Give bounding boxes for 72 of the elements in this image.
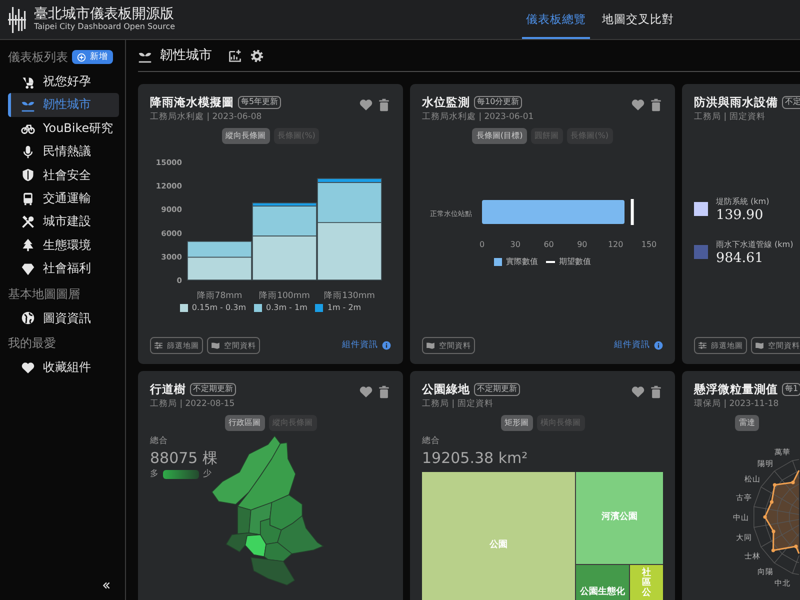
chart-type-tab[interactable]: 雷達: [735, 415, 759, 431]
legend-item: 期望數值: [546, 256, 591, 268]
component-info-link[interactable]: 組件資訊: [614, 339, 663, 352]
card-title: 行道樹: [150, 381, 186, 398]
card-title: 懸浮微粒量測值: [694, 381, 778, 398]
card-source: 環保局 | 2023-11-18: [694, 398, 780, 411]
card-source: 工務局 | 2022-08-15: [150, 398, 236, 411]
total-label: 總合: [150, 435, 169, 448]
card-title: 水位監測: [422, 94, 470, 111]
total-label: 總合: [422, 435, 441, 448]
app-subtitle: Taipei City Dashboard Open Source: [34, 22, 176, 32]
nav-tab[interactable]: 儀表板總覽: [522, 2, 590, 39]
sidebar-item[interactable]: YouBike研究: [8, 116, 119, 140]
nav-tab[interactable]: 地圖交叉比對: [598, 2, 678, 39]
card-title: 降雨淹水模擬圖: [150, 94, 234, 111]
legend-value: 139.90: [716, 208, 764, 223]
legend-item: 1m - 2m: [315, 302, 362, 314]
sidebar-section-title: 基本地圖圖層: [8, 286, 80, 303]
legend-label: 雨水下水道管線 (km): [716, 238, 794, 251]
total-value: 19205.38 km²: [422, 448, 528, 468]
card-title: 防洪與雨水設備: [694, 94, 778, 111]
sidebar-item[interactable]: 社會福利: [8, 257, 119, 281]
legend-item: 0.3m - 1m: [254, 302, 308, 314]
legend-item: 0.15m - 0.3m: [180, 302, 246, 314]
update-badge: 每10分更新: [474, 96, 522, 110]
chart-type-tab[interactable]: 行政區圖: [224, 415, 264, 431]
update-badge: 每1: [782, 383, 800, 396]
chart-type-tab[interactable]: 矩形圖: [500, 415, 532, 431]
component-info-link[interactable]: 組件資訊: [342, 339, 391, 352]
axis-tick-label: 30: [510, 240, 520, 249]
axis-category-label: 降雨130mm: [324, 291, 375, 301]
sidebar-item[interactable]: 民情熱議: [8, 140, 119, 164]
chart-type-tab[interactable]: 長條圖(目標): [472, 128, 527, 144]
app-title: 臺北城市儀表板開源版: [34, 7, 175, 22]
sidebar-item[interactable]: 圖資資訊: [8, 306, 119, 330]
sidebar-item[interactable]: 生態環境: [8, 234, 119, 258]
chart-type-tab[interactable]: 縱向長條圖: [222, 128, 270, 144]
card-source: 工務局 | 固定資料: [694, 111, 766, 124]
scale-high-label: 多: [150, 468, 159, 481]
sidebar-item[interactable]: 收藏組件: [8, 356, 119, 380]
scale-low-label: 少: [203, 468, 212, 481]
sidebar-item[interactable]: 交通運輸: [8, 186, 119, 210]
axis-category-label: 降雨78mm: [196, 291, 242, 301]
update-badge: 每5年更新: [238, 96, 282, 110]
axis-category-label: 降雨100mm: [259, 291, 310, 301]
treemap-tile: 社區公: [630, 565, 663, 600]
dashboard-title: 韌性城市: [160, 46, 212, 65]
axis-tick-label: 150: [641, 240, 657, 249]
axis-tick-label: 90: [577, 240, 588, 249]
treemap-tile: 公園: [422, 472, 575, 600]
update-badge: 不定期更新: [190, 383, 236, 396]
axis-tick-label: 0: [479, 240, 485, 249]
card-title: 公園綠地: [422, 381, 470, 398]
total-value: 88075 棵: [150, 448, 218, 468]
card-source: 工務局水利處 | 2023-06-08: [150, 111, 263, 124]
sidebar-section-title: 儀表板列表: [8, 49, 68, 66]
update-badge: 不定期更新: [474, 383, 520, 396]
sidebar-item[interactable]: 祝您好孕: [8, 70, 119, 94]
sidebar-item[interactable]: 韌性城市: [8, 93, 119, 117]
treemap-tile: 公園生態化: [576, 565, 629, 600]
card-source: 工務局水利處 | 2023-06-01: [422, 111, 535, 124]
legend-value: 984.61: [716, 250, 764, 266]
legend-label: 堤防系統 (km): [716, 196, 770, 208]
add-dashboard-button[interactable]: 新增: [72, 50, 113, 64]
sidebar-item[interactable]: 社會安全: [8, 164, 119, 187]
card-source: 工務局 | 固定資料: [422, 398, 494, 411]
treemap-tile: 河濱公園: [576, 472, 663, 564]
sidebar-item[interactable]: 城市建設: [8, 210, 119, 234]
axis-tick-label: 120: [608, 240, 624, 249]
legend-item: 實際數值: [494, 256, 538, 268]
axis-tick-label: 60: [544, 240, 554, 249]
sidebar-section-title: 我的最愛: [8, 334, 56, 352]
